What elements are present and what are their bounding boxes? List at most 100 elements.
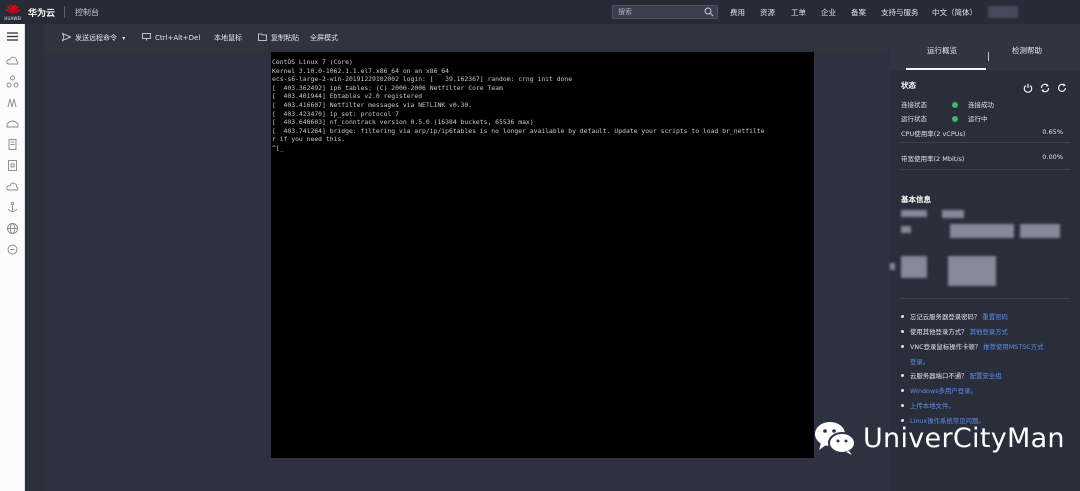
nav-support[interactable]: 支持与服务 (881, 7, 919, 18)
redacted-info (948, 256, 996, 286)
watermark-text: UniverCityMan (863, 423, 1065, 454)
top-bar: HUAWEI 华为云 控制台 搜索 费用 资源 工单 企业 备案 支持与服务 中… (0, 0, 1080, 24)
faq-item: 忘记云服务器登录密码？ 重置密码 (901, 313, 1008, 321)
redacted-info (942, 210, 964, 218)
status-dot (952, 102, 958, 108)
connection-status-text: 连接成功 (968, 101, 994, 109)
terminal-line: CentOS Linux 7 (Core) (272, 58, 353, 66)
send-command-label: 发送远程命令 (75, 34, 117, 42)
anchor-icon[interactable] (6, 201, 19, 214)
tab-separator (988, 52, 989, 61)
cloud-upload-icon[interactable] (6, 180, 19, 193)
storage-icon[interactable] (6, 117, 19, 130)
divider (900, 142, 1070, 143)
cpu-usage-value: 0.65% (1042, 128, 1063, 136)
redacted-info (950, 224, 1014, 238)
cloud-icon[interactable] (6, 54, 19, 67)
tab-help[interactable]: 检测帮助 (1012, 45, 1042, 56)
wechat-icon (815, 422, 856, 455)
bullet (901, 345, 904, 348)
ctrl-alt-del-button[interactable]: Ctrl+Alt+Del (142, 33, 200, 42)
restart-icon[interactable] (1040, 83, 1050, 93)
other-login-link[interactable]: 其他登录方式 (970, 328, 1008, 336)
redacted-info (890, 263, 895, 270)
bandwidth-usage-label: 带宽使用率(2 Mbit/s) (901, 155, 965, 163)
vm-controls (1023, 78, 1069, 97)
nav-resources[interactable]: 资源 (760, 7, 775, 18)
side-gutter (25, 24, 44, 491)
send-command-button[interactable]: 发送远程命令 ▾ (62, 33, 125, 43)
brand-name[interactable]: 华为云 (28, 6, 55, 19)
windows-multiuser-link[interactable]: Windows多用户登录。 (910, 387, 977, 395)
console-link[interactable]: 控制台 (75, 7, 99, 18)
bandwidth-usage-value: 0.00% (1042, 153, 1063, 161)
vnc-terminal[interactable]: CentOS Linux 7 (Core) Kernel 3.10.0-1062… (271, 52, 814, 458)
terminal-line: ecs-s6-large-2-win-20191229102002 login:… (272, 75, 573, 84)
divider (64, 6, 65, 18)
search-input[interactable]: 搜索 (612, 5, 718, 19)
redacted-info (901, 256, 927, 278)
faq-item: 使用其他登录方式？ 其他登录方式 (901, 328, 1008, 336)
mstsc-link[interactable]: 推荐使用MSTSC方式 (983, 343, 1043, 351)
run-status-value: 运行中 (952, 113, 988, 123)
active-tab-indicator (906, 68, 986, 70)
local-cursor-button[interactable]: 本地鼠标 (214, 33, 242, 43)
faq-text: VNC登录鼠标操作卡顿？ (910, 343, 982, 351)
security-group-link[interactable]: 配置安全组 (970, 372, 1002, 380)
basic-info-title: 基本信息 (901, 195, 931, 204)
globe-icon[interactable] (6, 222, 19, 235)
cpu-usage-label: CPU使用率(2 vCPUs) (901, 130, 966, 138)
redacted-info (1020, 224, 1060, 238)
bullet (901, 404, 904, 407)
nav-tickets[interactable]: 工单 (791, 7, 806, 18)
logo-text: HUAWEI (4, 16, 22, 21)
mstsc-link-continued[interactable]: 登录。 (901, 358, 1044, 366)
bullet (901, 389, 904, 392)
connection-status-label: 连接状态 (901, 101, 927, 109)
file-icon[interactable] (6, 159, 19, 172)
chevron-down-icon: ▾ (122, 35, 126, 42)
panel-tabs: 运行概览 检测帮助 (890, 24, 1080, 70)
ctrl-alt-del-label: Ctrl+Alt+Del (155, 34, 201, 42)
nav-language[interactable]: 中文（简体） (932, 7, 977, 18)
bullet (901, 330, 904, 333)
faq-text: 忘记云服务器登录密码？ (910, 313, 981, 321)
nav-icp[interactable]: 备案 (851, 7, 866, 18)
terminal-line: [ 403.401944] Ebtables v2.0 registered (272, 92, 423, 101)
search-placeholder: 搜索 (618, 8, 632, 16)
reset-password-link[interactable]: 重置密码 (982, 313, 1008, 321)
nav-enterprise[interactable]: 企业 (821, 7, 836, 18)
copy-paste-button[interactable]: 复制粘贴 (258, 33, 299, 43)
status-title: 状态 (901, 81, 916, 90)
right-panel: 运行概览 检测帮助 状态 连接状态 连接成功 运行状态 运行中 CPU使用率(2… (890, 24, 1080, 491)
document-icon[interactable] (6, 138, 19, 151)
upload-file-link[interactable]: 上传本地文件。 (910, 402, 955, 410)
left-sidebar (0, 24, 25, 491)
power-icon[interactable] (1023, 83, 1033, 93)
huawei-logo[interactable]: HUAWEI (4, 3, 22, 21)
tab-overview[interactable]: 运行概览 (927, 45, 957, 56)
run-status-label: 运行状态 (901, 115, 927, 123)
huawei-flower-icon (5, 4, 21, 15)
menu-icon[interactable] (6, 30, 19, 43)
terminal-line: [ 403.423470] ip_set: protocol 7 (272, 109, 399, 118)
nav-fees[interactable]: 费用 (730, 7, 745, 18)
terminal-line: [ 403.741264] bridge: filtering via arp/… (272, 126, 765, 135)
nodes-icon[interactable] (6, 75, 19, 88)
divider (900, 298, 1070, 299)
bullet (901, 374, 904, 377)
search-icon[interactable] (704, 7, 714, 17)
cluster-icon[interactable] (6, 96, 19, 109)
vnc-toolbar: 发送远程命令 ▾ Ctrl+Alt+Del 本地鼠标 复制粘贴 全屏模式 (44, 24, 890, 51)
refresh-icon[interactable] (1057, 83, 1067, 93)
copy-paste-label: 复制粘贴 (271, 34, 299, 42)
fullscreen-button[interactable]: 全屏模式 (310, 33, 338, 43)
faq-item: 云服务器端口不通？ 配置安全组 (901, 372, 1002, 380)
status-dot (952, 116, 958, 122)
divider (900, 169, 1070, 170)
circle-settings-icon[interactable] (6, 243, 19, 256)
folder-icon (258, 33, 267, 41)
redacted-info (901, 226, 911, 233)
terminal-line: [ 403.362492] ip6_tables: (C) 2000-2006 … (272, 83, 503, 92)
user-account-blurred[interactable] (988, 6, 1018, 18)
